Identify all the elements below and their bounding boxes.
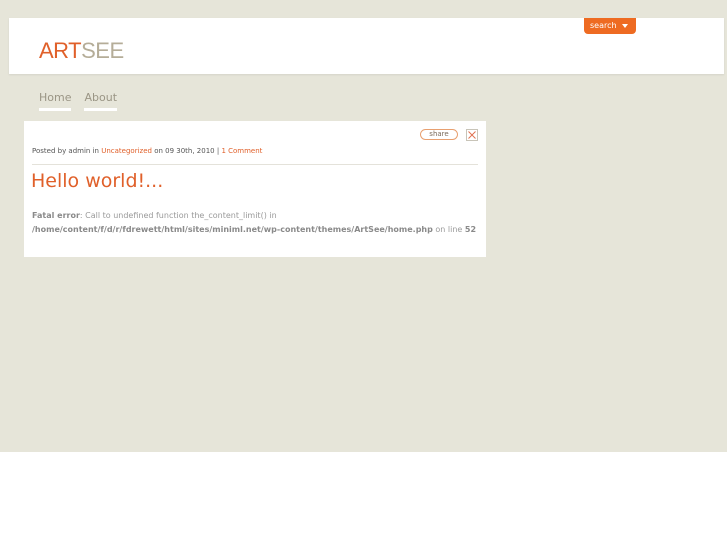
search-label: search — [590, 21, 617, 30]
comments-link[interactable]: 1 Comment — [221, 147, 262, 155]
category-link[interactable]: Uncategorized — [101, 147, 152, 155]
post-author-text: Posted by admin in — [32, 147, 99, 155]
error-line-number: 52 — [464, 224, 477, 234]
post-card: share Posted by admin in Uncategorized o… — [24, 121, 486, 257]
logo-part-art: ART — [39, 38, 82, 63]
error-text: : Call to undefined function the_content… — [79, 211, 277, 220]
main-nav: Home About — [39, 86, 130, 111]
logo-part-see: SEE — [81, 38, 124, 63]
nav-item-about[interactable]: About — [84, 91, 118, 111]
error-path: /home/content/f/d/r/fdrewett/html/sites/… — [32, 224, 433, 234]
caret-down-icon — [622, 24, 628, 28]
share-button[interactable]: share — [420, 129, 458, 140]
nav-item-home[interactable]: Home — [39, 91, 72, 111]
post-meta: Posted by admin in Uncategorized on 09 3… — [32, 147, 262, 155]
site-logo[interactable]: ARTSEE — [39, 40, 124, 62]
close-icon[interactable] — [466, 129, 478, 141]
error-message: Fatal error: Call to undefined function … — [32, 209, 478, 236]
post-title[interactable]: Hello world!... — [31, 170, 163, 192]
error-on-line: on line — [435, 224, 463, 234]
post-date: on 09 30th, 2010 | — [154, 147, 220, 155]
error-label: Fatal error — [32, 211, 80, 220]
divider — [32, 164, 478, 165]
search-toggle-button[interactable]: search — [584, 18, 636, 34]
